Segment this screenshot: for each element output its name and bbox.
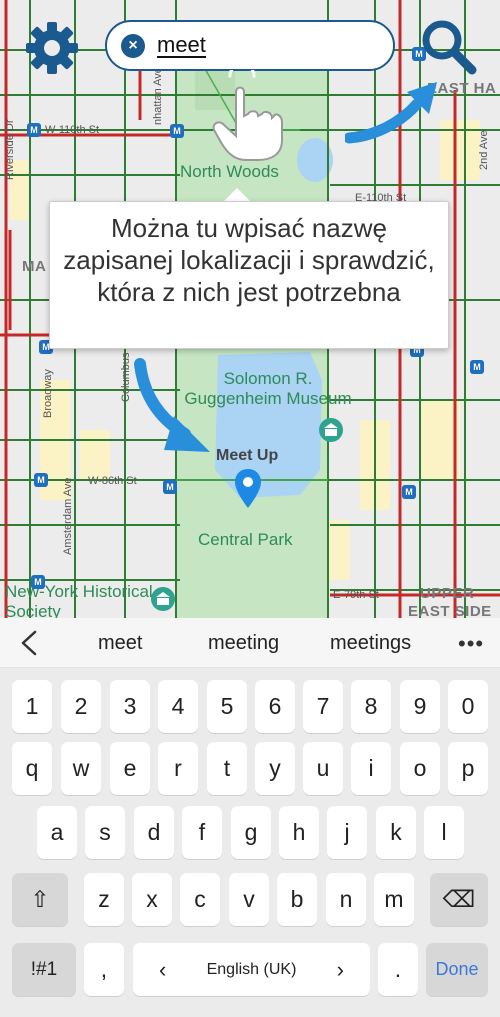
key-0[interactable]: 0 (448, 680, 488, 733)
suggestion-item[interactable]: meet (98, 632, 142, 655)
street-w110th: W-110th St (45, 124, 100, 136)
key-x[interactable]: x (132, 873, 172, 926)
district-east-side: EAST SIDE (408, 603, 492, 618)
tap-hand-icon (212, 70, 283, 161)
pointer-arrow-icon (134, 358, 210, 452)
search-icon[interactable] (418, 16, 478, 76)
key-5[interactable]: 5 (207, 680, 247, 733)
poi-central-park[interactable]: Central Park (198, 530, 292, 550)
key-m[interactable]: m (374, 873, 414, 926)
key-2[interactable]: 2 (61, 680, 101, 733)
metro-station-icon[interactable]: M (470, 360, 484, 374)
search-input-value[interactable]: meet (157, 34, 206, 58)
key-n[interactable]: n (326, 873, 366, 926)
comma-key[interactable]: , (84, 943, 124, 996)
key-a[interactable]: a (37, 806, 77, 859)
key-d[interactable]: d (134, 806, 174, 859)
street-manhattan-ave: nhattan Ave (152, 67, 164, 125)
done-key[interactable]: Done (426, 943, 488, 996)
poi-north-woods[interactable]: North Woods (180, 162, 279, 182)
key-k[interactable]: k (376, 806, 416, 859)
key-t[interactable]: t (207, 742, 247, 795)
key-b[interactable]: b (277, 873, 317, 926)
metro-station-icon[interactable]: M (163, 480, 177, 494)
street-broadway: Broadway (42, 369, 54, 418)
chevron-left-icon[interactable] (16, 628, 42, 658)
museum-icon[interactable] (150, 586, 176, 612)
suggestion-item[interactable]: meetings (330, 632, 411, 655)
settings-gear-icon[interactable] (24, 20, 80, 76)
key-i[interactable]: i (351, 742, 391, 795)
key-q[interactable]: q (12, 742, 52, 795)
key-e[interactable]: e (110, 742, 150, 795)
street-2nd-ave: 2nd Ave (478, 130, 490, 170)
tooltip-pointer (223, 188, 251, 202)
museum-icon[interactable] (318, 417, 344, 443)
clear-icon[interactable]: × (121, 34, 145, 58)
key-s[interactable]: s (85, 806, 125, 859)
street-amsterdam: Amsterdam Ave (62, 477, 74, 555)
metro-station-icon[interactable]: M (402, 485, 416, 499)
more-suggestions-button[interactable]: ••• (458, 631, 484, 657)
street-riverside: Riverside Dr (4, 119, 16, 180)
key-6[interactable]: 6 (255, 680, 295, 733)
shift-key[interactable]: ⇧ (12, 873, 68, 926)
metro-station-icon[interactable]: M (27, 123, 41, 137)
pointer-arrow-icon (345, 82, 437, 144)
key-3[interactable]: 3 (110, 680, 150, 733)
key-y[interactable]: y (255, 742, 295, 795)
key-g[interactable]: g (231, 806, 271, 859)
key-4[interactable]: 4 (158, 680, 198, 733)
key-w[interactable]: w (61, 742, 101, 795)
key-9[interactable]: 9 (400, 680, 440, 733)
search-input[interactable]: × meet (105, 20, 395, 71)
key-1[interactable]: 1 (12, 680, 52, 733)
metro-station-icon[interactable]: M (34, 473, 48, 487)
metro-station-icon[interactable]: M (31, 575, 45, 589)
street-w86th: W-86th St (88, 475, 137, 487)
tutorial-tooltip-text: Można tu wpisać nazwę zapisanej lokaliza… (63, 213, 435, 307)
key-o[interactable]: o (400, 742, 440, 795)
marker-label[interactable]: Meet Up (216, 447, 278, 465)
key-l[interactable]: l (424, 806, 464, 859)
key-c[interactable]: c (180, 873, 220, 926)
key-f[interactable]: f (182, 806, 222, 859)
key-r[interactable]: r (158, 742, 198, 795)
poi-new-york-historical-society[interactable]: New-York Historical Society (5, 582, 155, 618)
metro-station-icon[interactable]: M (170, 124, 184, 138)
street-e79th: E-79th St (333, 589, 379, 601)
key-z[interactable]: z (84, 873, 124, 926)
tutorial-tooltip: Można tu wpisać nazwę zapisanej lokaliza… (49, 201, 449, 349)
chevron-right-icon: › (336, 957, 344, 982)
key-7[interactable]: 7 (303, 680, 343, 733)
chevron-left-icon: ‹ (159, 957, 167, 982)
suggestion-item[interactable]: meeting (208, 632, 279, 655)
map-view[interactable]: North Woods Solomon R. Guggenheim Museum… (0, 0, 500, 618)
keyboard-suggestion-bar: meet meeting meetings ••• (0, 618, 500, 668)
on-screen-keyboard: 1 2 3 4 5 6 7 8 9 0 q w e r t y u i o p … (0, 668, 500, 1017)
key-v[interactable]: v (229, 873, 269, 926)
symbols-key[interactable]: !#1 (12, 943, 76, 996)
period-key[interactable]: . (378, 943, 418, 996)
key-h[interactable]: h (279, 806, 319, 859)
district-manhattan: MA (22, 258, 47, 275)
key-p[interactable]: p (448, 742, 488, 795)
keyboard-language-label: English (UK) (206, 961, 297, 978)
spacebar-key[interactable]: ‹ English (UK) › (133, 943, 370, 996)
key-u[interactable]: u (303, 742, 343, 795)
district-upper: UPPER (420, 585, 475, 602)
location-pin-icon[interactable] (233, 468, 263, 510)
key-j[interactable]: j (327, 806, 367, 859)
key-8[interactable]: 8 (351, 680, 391, 733)
backspace-key[interactable]: ⌫ (430, 873, 488, 926)
